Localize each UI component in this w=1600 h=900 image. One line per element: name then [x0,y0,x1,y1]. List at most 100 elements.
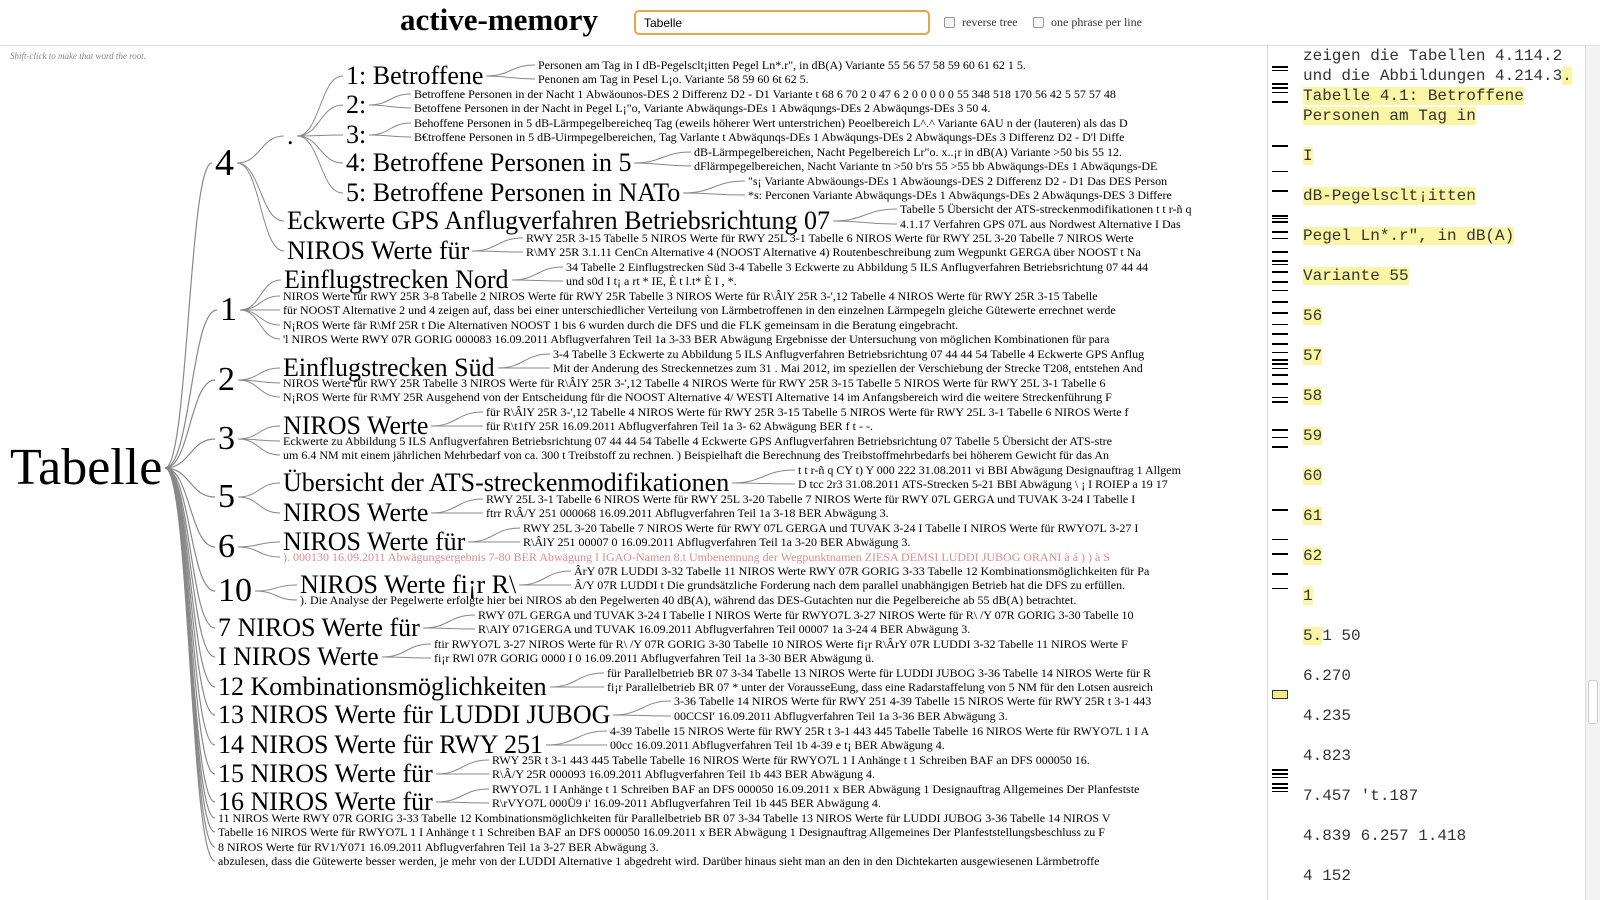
tree-phrase-p33[interactable]: RWY 25L 3-20 Tabelle 7 NIROS Werte für R… [523,521,1138,535]
tree-phrase-p28[interactable]: um 6.4 NM mit einem jährlichen Mehrbedar… [283,448,1109,462]
minimap-mark[interactable] [1272,773,1288,775]
document-minimap[interactable] [1267,46,1288,900]
tree-node-s12[interactable]: 12 Kombinationsmöglichkeiten [218,674,547,700]
tree-phrase-p24[interactable]: N¡ROS Werte für R\MY 25R Ausgehend von d… [283,390,1112,404]
minimap-mark[interactable] [1272,368,1288,369]
tree-phrase-p23[interactable]: NIROS Werte für RWY 25R Tabelle 3 NIROS … [283,376,1105,390]
minimap-mark[interactable] [1272,446,1288,448]
one-phrase-per-line-option[interactable]: one phrase per line [1033,15,1142,30]
tree-phrase-p51[interactable]: RWYO7L 1 I Anhänge t 1 Schreiben BAF an … [492,782,1139,796]
tree-phrase-p39[interactable]: RWY 07L GERGA und TUVAK 3-24 I Tabelle I… [478,608,1134,622]
tree-node-sI[interactable]: I NIROS Werte [218,644,379,670]
minimap-mark[interactable] [1272,251,1288,253]
tree-node-nir5[interactable]: NIROS Werte [283,500,428,526]
tree-node-s15[interactable]: 15 NIROS Werte für [218,761,433,787]
tree-phrase-p27[interactable]: Eckwerte zu Abbildung 5 ILS Anflugverfah… [283,434,1112,448]
tree-phrase-p32[interactable]: ftrr R\Â/Y 251 000068 16.09.2011 Abflugv… [486,506,889,520]
tree-phrase-p29[interactable]: t t r-ñ q CY t) Y 000 222 31.08.2011 vi … [798,463,1181,477]
minimap-current-position[interactable] [1272,690,1288,699]
tree-phrase-p38[interactable]: ). Die Analyse der Pegelwerte erfolgte h… [300,593,1076,607]
minimap-mark[interactable] [1272,83,1288,85]
minimap-mark[interactable] [1272,221,1288,223]
scrollbar-thumb[interactable] [1588,680,1598,724]
minimap-mark[interactable] [1272,343,1288,345]
reverse-tree-option[interactable]: reverse tree [944,15,1018,30]
minimap-mark[interactable] [1272,509,1288,511]
tree-phrase-p47[interactable]: 4-39 Tabelle 15 NIROS Werte für RWY 25R … [610,724,1149,738]
tree-phrase-p10[interactable]: *s: Perconen Variante Abwäqungs-DEs 1 Ab… [748,188,1172,202]
one-phrase-per-line-checkbox[interactable] [1033,17,1044,28]
tree-phrase-p26[interactable]: für R\t1fY 25R 16.09.2011 Abflugverfahre… [486,419,873,433]
minimap-mark[interactable] [1272,397,1288,398]
tree-phrase-p41[interactable]: ftir RWYO7L 3-27 NIROS Werte für R\ /Y 0… [434,637,1128,651]
tree-node-s7[interactable]: 7 NIROS Werte für [218,615,420,641]
minimap-mark[interactable] [1272,66,1288,68]
tree-node-n4[interactable]: 4 [215,144,234,182]
tree-phrase-p25[interactable]: für R\ÂlY 25R 3-',12 Tabelle 4 NIROS Wer… [486,405,1129,419]
minimap-mark[interactable] [1272,290,1288,291]
minimap-mark[interactable] [1272,92,1288,93]
tree-phrase-p8[interactable]: dFlärmpegelbereichen, Nacht Variante tn … [694,159,1157,173]
tree-node-l4[interactable]: 4: Betroffene Personen in 5 [346,150,631,176]
tree-phrase-p11[interactable]: Tabelle 5 Übersicht der ATS-streckenmodi… [900,202,1192,216]
tree-node-n2[interactable]: 2 [218,363,235,397]
tree-phrase-p37[interactable]: Â/Y 07R LUDDI t Die grundsätzliche Forde… [574,578,1125,592]
tree-node-ndot[interactable]: . [287,123,294,149]
minimap-mark[interactable] [1272,573,1288,575]
tree-phrase-p12[interactable]: 4.1.17 Verfahren GPS 07L aus Nordwest Al… [900,217,1181,231]
minimap-mark[interactable] [1272,301,1288,303]
tree-phrase-p44[interactable]: fi¡r Parallelbetrieb BR 07 * unter der V… [607,680,1153,694]
tree-phrase-p3[interactable]: Betroffene Personen in der Nacht 1 Abwäo… [414,87,1116,101]
tree-node-nir4[interactable]: NIROS Werte für [287,238,469,264]
tree-phrase-p43[interactable]: für Parallelbetrieb BR 07 3-34 Tabelle 1… [607,666,1151,680]
tree-phrase-p40[interactable]: R\AlY 071GERGA und TUVAK 16.09.2011 Abfl… [478,622,970,636]
minimap-mark[interactable] [1272,70,1288,71]
tree-node-l2[interactable]: 2: [346,92,366,118]
tree-phrase-p5[interactable]: Behoffene Personen in 5 dB-Lärmpegelbere… [414,116,1128,130]
tree-phrase-p46[interactable]: 00CCSI' 16.09.2011 Abflugverfahren Teil … [674,709,1008,723]
minimap-mark[interactable] [1272,260,1288,262]
tree-phrase-p17[interactable]: NIROS Werte für RWY 25R 3-8 Tabelle 2 NI… [283,289,1098,303]
tree-phrase-p31[interactable]: RWY 25L 3-1 Tabelle 6 NIROS Werte für RW… [486,492,1135,506]
tree-phrase-p49[interactable]: RWY 25R t 3-1 443 445 Tabelle Tabelle 16… [492,753,1090,767]
minimap-mark[interactable] [1272,238,1288,239]
minimap-mark[interactable] [1272,429,1288,431]
minimap-mark[interactable] [1272,383,1288,385]
tree-phrase-p4[interactable]: Betoffene Personen in der Nacht in Pegel… [414,101,990,115]
tree-phrase-p7[interactable]: dB-Lärmpegelbereichen, Nacht Pegelbereic… [694,145,1122,159]
tree-node-n10[interactable]: 10 [218,574,252,608]
minimap-mark[interactable] [1272,215,1288,217]
minimap-mark[interactable] [1272,588,1288,589]
tree-phrase-p36[interactable]: ÂrY 07R LUDDI 3-32 Tabelle 11 NIROS Wert… [574,564,1149,578]
tree-phrase-p56[interactable]: abzulesen, dass die Gütewerte besser wer… [218,854,1099,868]
tree-phrase-p50[interactable]: R\Â/Y 25R 000093 16.09.2011 Abflugverfah… [492,767,875,781]
tree-phrase-p6[interactable]: B€troffene Personen in 5 dB-Uirmpegelber… [414,130,1124,144]
text-scrollbar[interactable] [1585,46,1600,900]
minimap-mark[interactable] [1272,218,1288,219]
tree-phrase-p30[interactable]: D tcc 2r3 31.08.2011 ATS-Strecken 5-21 B… [798,477,1168,491]
minimap-mark[interactable] [1272,312,1288,314]
tree-node-l1[interactable]: 1: Betroffene [346,63,483,89]
tree-phrase-p21[interactable]: 3-4 Tabelle 3 Eckwerte zu Abbildung 5 IL… [553,347,1144,361]
tree-node-n5[interactable]: 5 [218,480,235,514]
minimap-mark[interactable] [1272,539,1288,540]
tree-root-word[interactable]: Tabelle [10,442,162,494]
minimap-mark[interactable] [1272,190,1288,192]
tree-phrase-p9[interactable]: "s¡ Variante Abwäoungs-DEs 1 Abwäoungs-D… [748,174,1167,188]
tree-phrase-p53[interactable]: 11 NIROS Werte RWY 07R GORIG 3-33 Tabell… [218,811,1111,825]
minimap-mark[interactable] [1272,769,1288,771]
tree-phrase-p15[interactable]: 34 Tabelle 2 Einflugstrecken Süd 3-4 Tab… [566,260,1148,274]
tree-phrase-p35[interactable]: ). 000130 16.09.2011 Abwägungsergebnis 7… [283,550,1110,564]
minimap-mark[interactable] [1272,437,1288,438]
minimap-mark[interactable] [1272,231,1288,233]
minimap-mark[interactable] [1272,359,1288,361]
tree-node-n1[interactable]: 1 [220,293,237,327]
minimap-mark[interactable] [1272,791,1288,792]
tree-phrase-p14[interactable]: R\MY 25R 3.1.11 CenCn Alternative 4 (NOO… [526,245,1141,259]
search-input[interactable] [634,10,930,35]
minimap-mark[interactable] [1272,145,1288,147]
minimap-mark[interactable] [1272,787,1288,789]
minimap-mark[interactable] [1272,264,1288,265]
minimap-mark[interactable] [1272,401,1288,403]
minimap-mark[interactable] [1272,363,1288,365]
